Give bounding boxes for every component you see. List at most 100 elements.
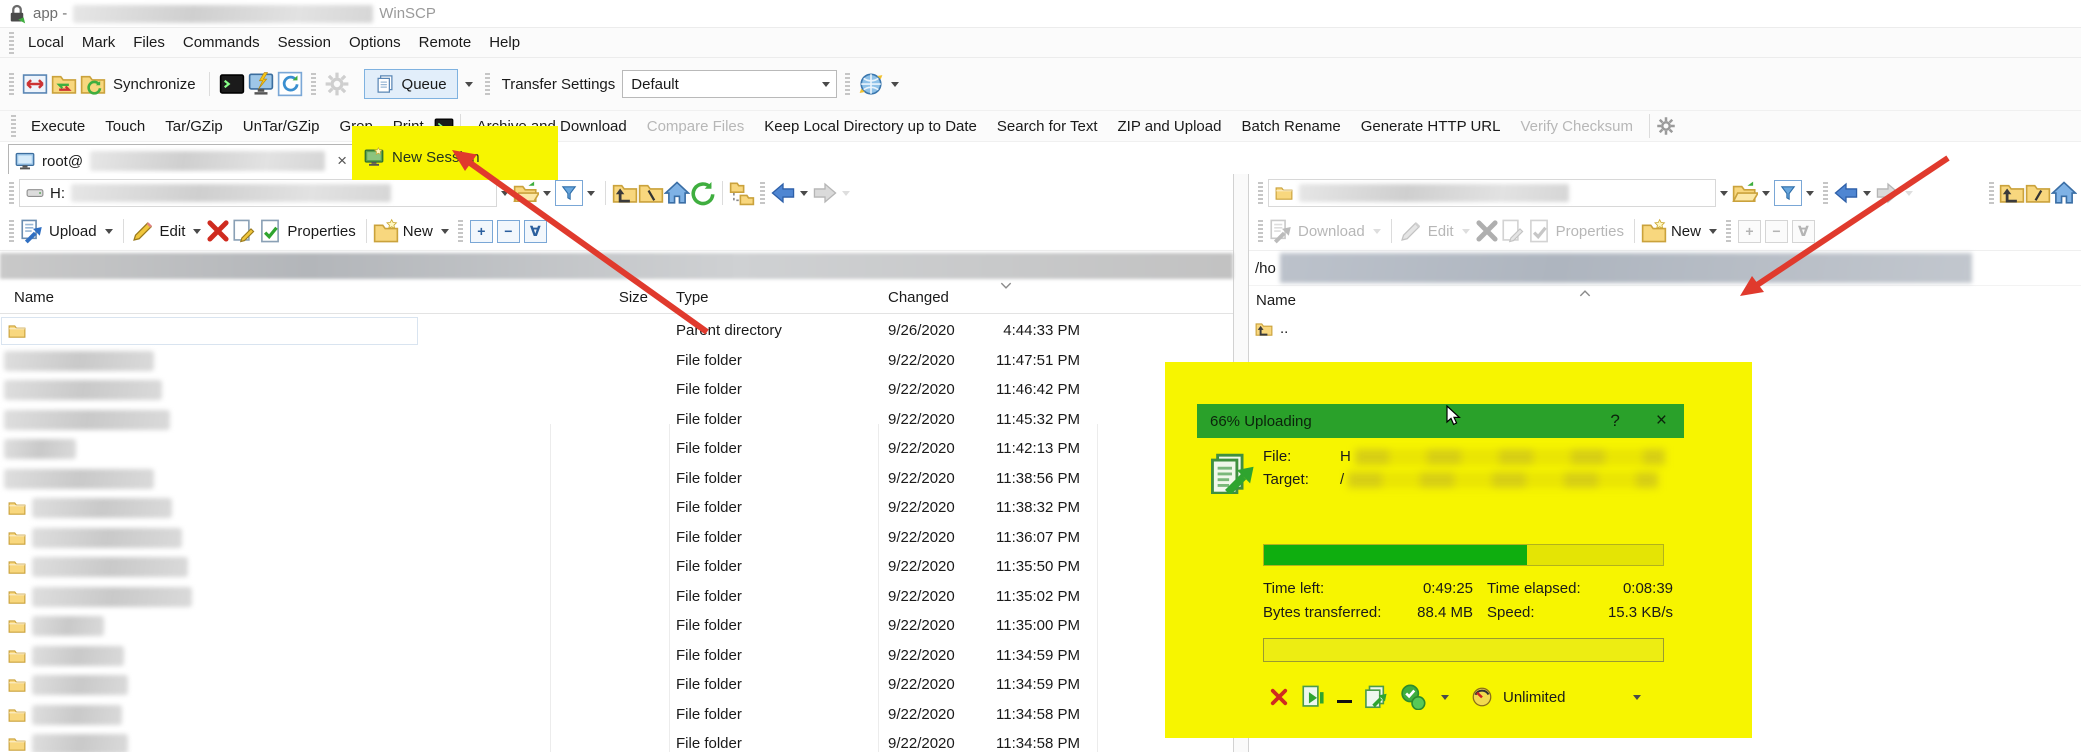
menu-item-help[interactable]: Help (480, 34, 529, 51)
rename-icon[interactable] (1500, 218, 1526, 244)
upload-icon[interactable] (19, 218, 45, 244)
forward-dropdown[interactable] (842, 191, 850, 196)
edit-button[interactable]: Edit (156, 223, 190, 240)
properties-icon[interactable] (1526, 218, 1552, 244)
open-directory-dropdown[interactable] (1762, 191, 1770, 196)
close-session-icon[interactable]: × (333, 151, 351, 171)
invert-selection-button[interactable]: ∀ (1792, 220, 1815, 243)
select-plus-button[interactable]: + (470, 220, 493, 243)
home-directory-icon[interactable] (2051, 180, 2077, 206)
download-icon[interactable] (1268, 218, 1294, 244)
console-commands-icon[interactable] (248, 71, 274, 97)
properties-button[interactable]: Properties (283, 223, 359, 240)
toolbar-grip[interactable] (9, 32, 14, 54)
synchronize-button[interactable]: Synchronize (109, 76, 200, 93)
path-dropdown[interactable] (501, 191, 509, 196)
file-row[interactable]: File folder9/22/202011:34:58 PM (0, 701, 1233, 731)
menu-item-commands[interactable]: Commands (174, 34, 269, 51)
toolbar-grip[interactable] (11, 115, 16, 137)
file-row[interactable]: File folder9/22/202011:34:59 PM (0, 642, 1233, 672)
filter-dropdown[interactable] (587, 191, 595, 196)
folder-refresh-icon[interactable] (80, 71, 106, 97)
select-minus-button[interactable]: − (1765, 220, 1788, 243)
filter-button[interactable] (1774, 180, 1802, 206)
transfer-mode-globe-icon[interactable] (858, 71, 884, 97)
command-generate-http-url[interactable]: Generate HTTP URL (1351, 118, 1511, 135)
preferences-gear-icon[interactable] (324, 71, 350, 97)
file-row[interactable]: File folder9/22/202011:45:32 PM (0, 406, 1233, 436)
toolbar-grip[interactable] (845, 73, 850, 95)
new-button[interactable]: New (1667, 223, 1705, 240)
toolbar-grip[interactable] (1989, 182, 1994, 204)
root-directory-icon[interactable] (638, 180, 664, 206)
back-icon[interactable] (770, 180, 796, 206)
help-button[interactable]: ? (1604, 411, 1625, 431)
properties-icon[interactable] (257, 218, 283, 244)
menu-item-remote[interactable]: Remote (410, 34, 481, 51)
file-row[interactable]: File folder9/22/202011:34:58 PM (0, 730, 1233, 752)
toolbar-grip[interactable] (1726, 220, 1731, 242)
download-button[interactable]: Download (1294, 223, 1369, 240)
toolbar-grip[interactable] (1823, 182, 1828, 204)
command-zip-and-upload[interactable]: ZIP and Upload (1108, 118, 1232, 135)
new-folder-icon[interactable] (1641, 218, 1667, 244)
column-header-name[interactable]: Name (1256, 292, 1296, 309)
toolbar-grip[interactable] (9, 182, 14, 204)
new-folder-icon[interactable] (373, 218, 399, 244)
upload-button[interactable]: Upload (45, 223, 101, 240)
toolbar-grip[interactable] (311, 73, 316, 95)
directory-tree-icon[interactable] (729, 180, 755, 206)
new-dropdown[interactable] (1709, 229, 1717, 234)
delete-icon[interactable] (1474, 218, 1500, 244)
remote-parent-row[interactable]: .. (1249, 314, 2081, 343)
new-session-tab[interactable]: New Session (364, 141, 480, 173)
skip-file-icon[interactable] (1300, 684, 1326, 710)
toolbar-grip[interactable] (458, 220, 463, 242)
refresh-icon[interactable] (690, 180, 716, 206)
remote-path-field[interactable] (1268, 179, 1716, 207)
speed-limit-icon[interactable] (1472, 687, 1492, 707)
back-dropdown[interactable] (1863, 191, 1871, 196)
filter-dropdown[interactable] (1806, 191, 1814, 196)
properties-button[interactable]: Properties (1552, 223, 1628, 240)
upload-dropdown[interactable] (105, 229, 113, 234)
column-header-type[interactable]: Type (676, 289, 709, 306)
file-row[interactable]: File folder9/22/202011:35:02 PM (0, 583, 1233, 613)
customize-gear-icon[interactable] (1656, 116, 1676, 136)
open-directory-icon[interactable] (1732, 180, 1758, 206)
file-row[interactable]: File folder9/22/202011:47:51 PM (0, 347, 1233, 377)
column-header-size[interactable]: Size (560, 289, 648, 306)
toolbar-grip[interactable] (760, 182, 765, 204)
file-row[interactable]: File folder9/22/202011:35:50 PM (0, 553, 1233, 583)
move-to-background-icon[interactable] (1363, 684, 1389, 710)
queue-options-dropdown[interactable] (1441, 695, 1449, 700)
new-dropdown[interactable] (441, 229, 449, 234)
transfer-mode-dropdown[interactable] (891, 82, 899, 87)
dialog-title-bar[interactable]: 66% Uploading ? × (1197, 404, 1684, 438)
rename-icon[interactable] (231, 218, 257, 244)
file-row[interactable]: File folder9/22/202011:36:07 PM (0, 524, 1233, 554)
toolbar-grip[interactable] (9, 73, 14, 95)
minimize-icon[interactable] (1337, 700, 1352, 703)
queue-ok-icon[interactable] (1400, 684, 1426, 710)
forward-icon[interactable] (1875, 180, 1901, 206)
edit-dropdown[interactable] (193, 229, 201, 234)
delete-icon[interactable] (205, 218, 231, 244)
filter-button[interactable] (555, 180, 583, 206)
home-directory-icon[interactable] (664, 180, 690, 206)
command-batch-rename[interactable]: Batch Rename (1231, 118, 1350, 135)
open-terminal-icon[interactable] (219, 71, 245, 97)
file-row[interactable]: File folder9/22/202011:46:42 PM (0, 376, 1233, 406)
folder-sync-icon[interactable] (51, 71, 77, 97)
queue-dropdown[interactable] (465, 82, 473, 87)
path-dropdown[interactable] (1720, 191, 1728, 196)
select-minus-button[interactable]: − (497, 220, 520, 243)
transfer-settings-select[interactable]: Default (622, 70, 837, 98)
menu-item-session[interactable]: Session (269, 34, 340, 51)
menu-item-mark[interactable]: Mark (73, 34, 124, 51)
toolbar-grip[interactable] (1258, 182, 1263, 204)
cancel-transfer-icon[interactable] (1269, 687, 1289, 707)
select-plus-button[interactable]: + (1738, 220, 1761, 243)
parent-directory-icon[interactable] (612, 180, 638, 206)
edit-dropdown[interactable] (1462, 229, 1470, 234)
